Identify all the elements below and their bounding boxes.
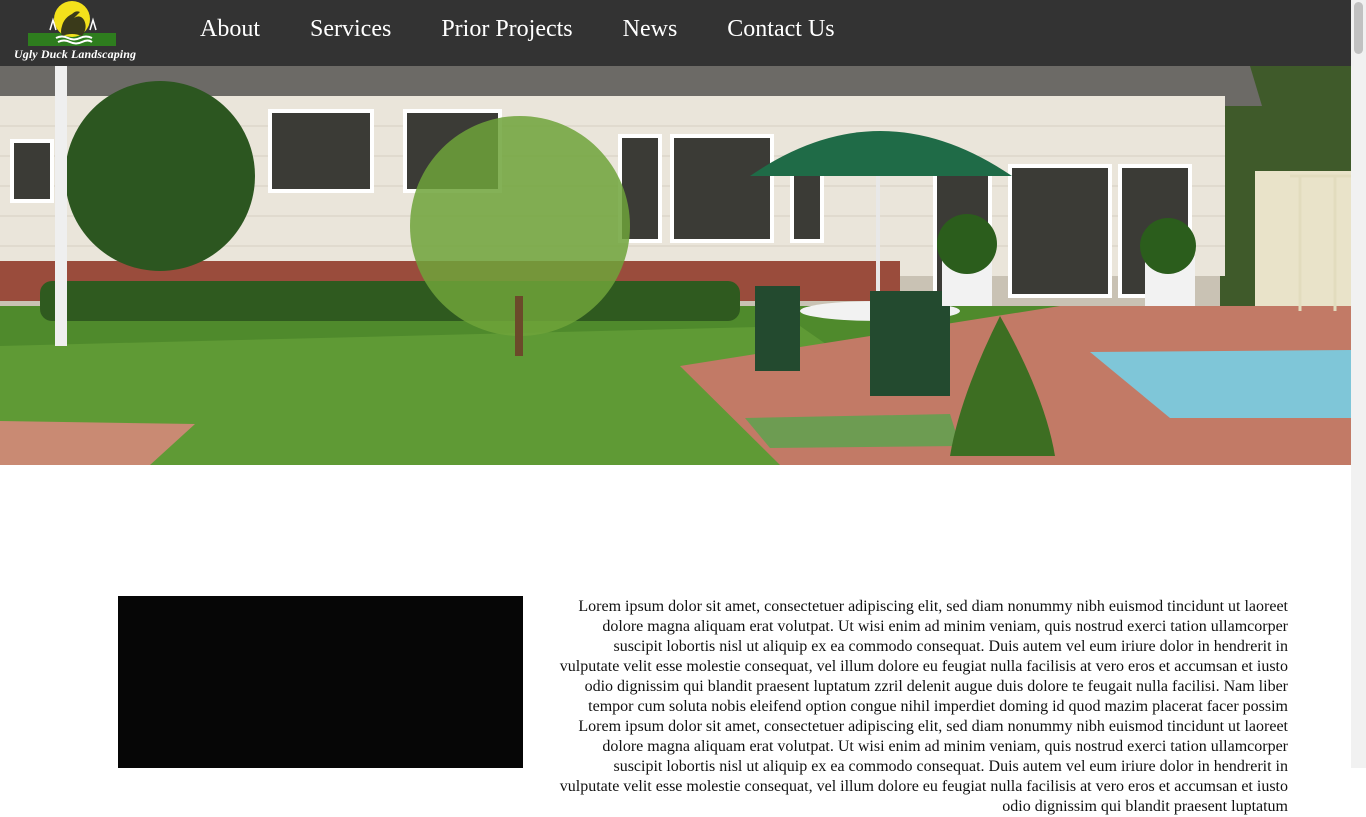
video-player[interactable] bbox=[118, 596, 523, 768]
nav-news[interactable]: News bbox=[623, 14, 678, 44]
intro-paragraph: Lorem ipsum dolor sit amet, consectetuer… bbox=[559, 598, 1288, 815]
logo-text: Ugly Duck Landscaping bbox=[14, 47, 137, 61]
site-logo[interactable]: Ugly Duck Landscaping bbox=[14, 0, 136, 64]
nav-prior-projects[interactable]: Prior Projects bbox=[441, 14, 572, 44]
nav-about[interactable]: About bbox=[200, 14, 260, 44]
nav-contact-us[interactable]: Contact Us bbox=[727, 14, 834, 44]
hero-photo bbox=[0, 66, 1351, 465]
scrollbar-thumb[interactable] bbox=[1354, 2, 1363, 54]
site-header: Ugly Duck Landscaping About Services Pri… bbox=[0, 0, 1351, 66]
nav-services[interactable]: Services bbox=[310, 14, 391, 44]
page-scrollbar[interactable] bbox=[1351, 0, 1366, 768]
main-nav: About Services Prior Projects News Conta… bbox=[200, 14, 835, 44]
hero-image bbox=[0, 66, 1351, 465]
duck-logo-icon bbox=[28, 1, 116, 46]
